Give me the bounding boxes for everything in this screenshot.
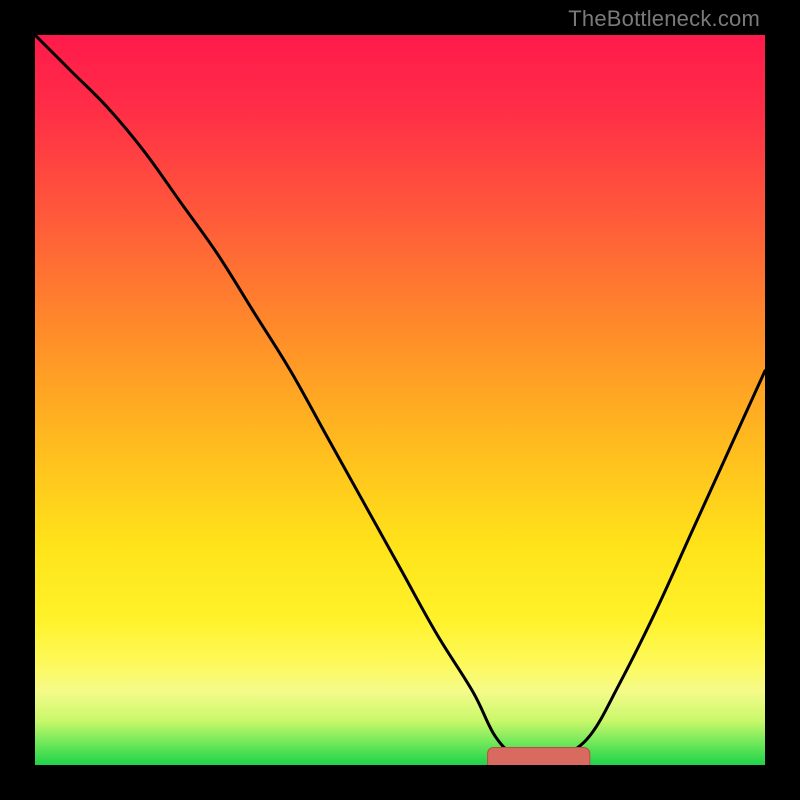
watermark-text: TheBottleneck.com bbox=[568, 6, 760, 32]
chart-frame: TheBottleneck.com bbox=[0, 0, 800, 800]
optimal-range-marker bbox=[488, 747, 590, 765]
gradient-background bbox=[35, 35, 765, 765]
chart-svg bbox=[35, 35, 765, 765]
plot-area bbox=[35, 35, 765, 765]
